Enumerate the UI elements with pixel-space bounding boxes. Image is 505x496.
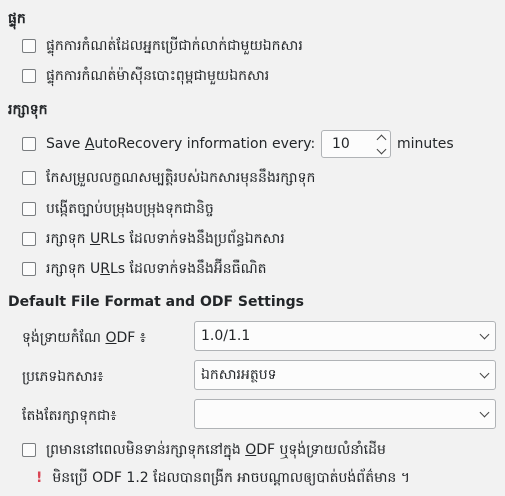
section-title-load: ផ្ទុក: [8, 11, 26, 27]
exclamation-icon: !: [36, 470, 43, 486]
always-backup-label: បង្កើតច្បាប់បម្រុងបម្រុងទុកជានិច្ច: [46, 200, 214, 217]
chevron-down-icon: [479, 368, 489, 378]
warn-not-odf-label: ព្រមាននៅពេលមិនទាន់រក្សាទុកនៅក្នុង ODF ឬទ…: [46, 441, 386, 458]
load-printer-settings-label: ផ្ទុកការកំណត់ម៉ាស៊ីនបោះពុម្ពជាមួយឯកសារ: [46, 67, 270, 84]
autorecovery-option[interactable]: Save AutoRecovery information every:: [22, 133, 315, 155]
relative-urls-filesystem-checkbox[interactable]: [22, 232, 36, 246]
edit-properties-label: កែសម្រួលលក្ខណសម្បត្តិរបស់ឯកសារមុននឹងរក្ស…: [46, 169, 316, 186]
section-title-default-format: Default File Format and ODF Settings: [8, 294, 304, 310]
document-type-label: ប្រភេទឯកសារ៖: [22, 369, 104, 385]
always-save-as-label: តែងតែរក្សាទុកជា៖: [22, 408, 117, 424]
autorecovery-unit-label: minutes: [397, 136, 454, 152]
edit-properties-option[interactable]: កែសម្រួលលក្ខណសម្បត្តិរបស់ឯកសារមុននឹងរក្ស…: [22, 167, 315, 189]
load-user-settings-label: ផ្ទុកការកំណត់ដែលអ្នកប្រើជាក់លាក់ជាមួយឯកស…: [46, 37, 303, 54]
warn-not-odf-option[interactable]: ព្រមាននៅពេលមិនទាន់រក្សាទុកនៅក្នុង ODF ឬទ…: [22, 439, 386, 461]
load-printer-settings-option[interactable]: ផ្ទុកការកំណត់ម៉ាស៊ីនបោះពុម្ពជាមួយឯកសារ: [22, 65, 269, 87]
always-save-as-select[interactable]: [194, 399, 496, 429]
spin-down-icon[interactable]: [376, 144, 386, 154]
load-user-settings-checkbox[interactable]: [22, 39, 36, 53]
autorecovery-minutes-value[interactable]: 10: [322, 136, 372, 152]
autorecovery-checkbox[interactable]: [22, 137, 36, 151]
always-backup-option[interactable]: បង្កើតច្បាប់បម្រុងបម្រុងទុកជានិច្ច: [22, 198, 214, 220]
odf-version-label: ទុង់ទ្រាយកំណែ ODF ៖: [22, 330, 146, 346]
always-backup-checkbox[interactable]: [22, 202, 36, 216]
odf-version-value: 1.0/1.1: [201, 328, 251, 344]
document-type-value: ឯកសារអត្ថបទ: [201, 366, 277, 383]
load-user-settings-option[interactable]: ផ្ទុកការកំណត់ដែលអ្នកប្រើជាក់លាក់ជាមួយឯកស…: [22, 35, 303, 57]
odf-warning-text: មិនប្រើ ODF 1.2 ដែលបានពង្រីក អាចបណ្ដាលឲ្…: [52, 469, 410, 486]
warn-not-odf-checkbox[interactable]: [22, 443, 36, 457]
relative-urls-internet-checkbox[interactable]: [22, 262, 36, 276]
load-printer-settings-checkbox[interactable]: [22, 69, 36, 83]
spin-up-icon[interactable]: [376, 134, 386, 144]
relative-urls-internet-label: រក្សាទុក URLs ដែលទាក់ទងនឹងអ៊ីនធឺណិត: [46, 260, 267, 277]
edit-properties-checkbox[interactable]: [22, 171, 36, 185]
autorecovery-label: Save AutoRecovery information every:: [46, 136, 316, 152]
chevron-down-icon: [479, 407, 489, 417]
odf-warning-message: ! មិនប្រើ ODF 1.2 ដែលបានពង្រីក អាចបណ្ដាល…: [36, 467, 410, 489]
relative-urls-filesystem-label: រក្សាទុក URLs ដែលទាក់ទងនឹងប្រព័ន្ធឯកសារ: [46, 230, 285, 247]
section-title-save: រក្សាទុក: [8, 102, 48, 118]
autorecovery-minutes-spinbox[interactable]: 10: [321, 130, 391, 158]
chevron-down-icon: [479, 329, 489, 339]
relative-urls-internet-option[interactable]: រក្សាទុក URLs ដែលទាក់ទងនឹងអ៊ីនធឺណិត: [22, 258, 267, 280]
document-type-select[interactable]: ឯកសារអត្ថបទ: [194, 360, 496, 390]
relative-urls-filesystem-option[interactable]: រក្សាទុក URLs ដែលទាក់ទងនឹងប្រព័ន្ធឯកសារ: [22, 228, 285, 250]
odf-version-select[interactable]: 1.0/1.1: [194, 321, 496, 351]
